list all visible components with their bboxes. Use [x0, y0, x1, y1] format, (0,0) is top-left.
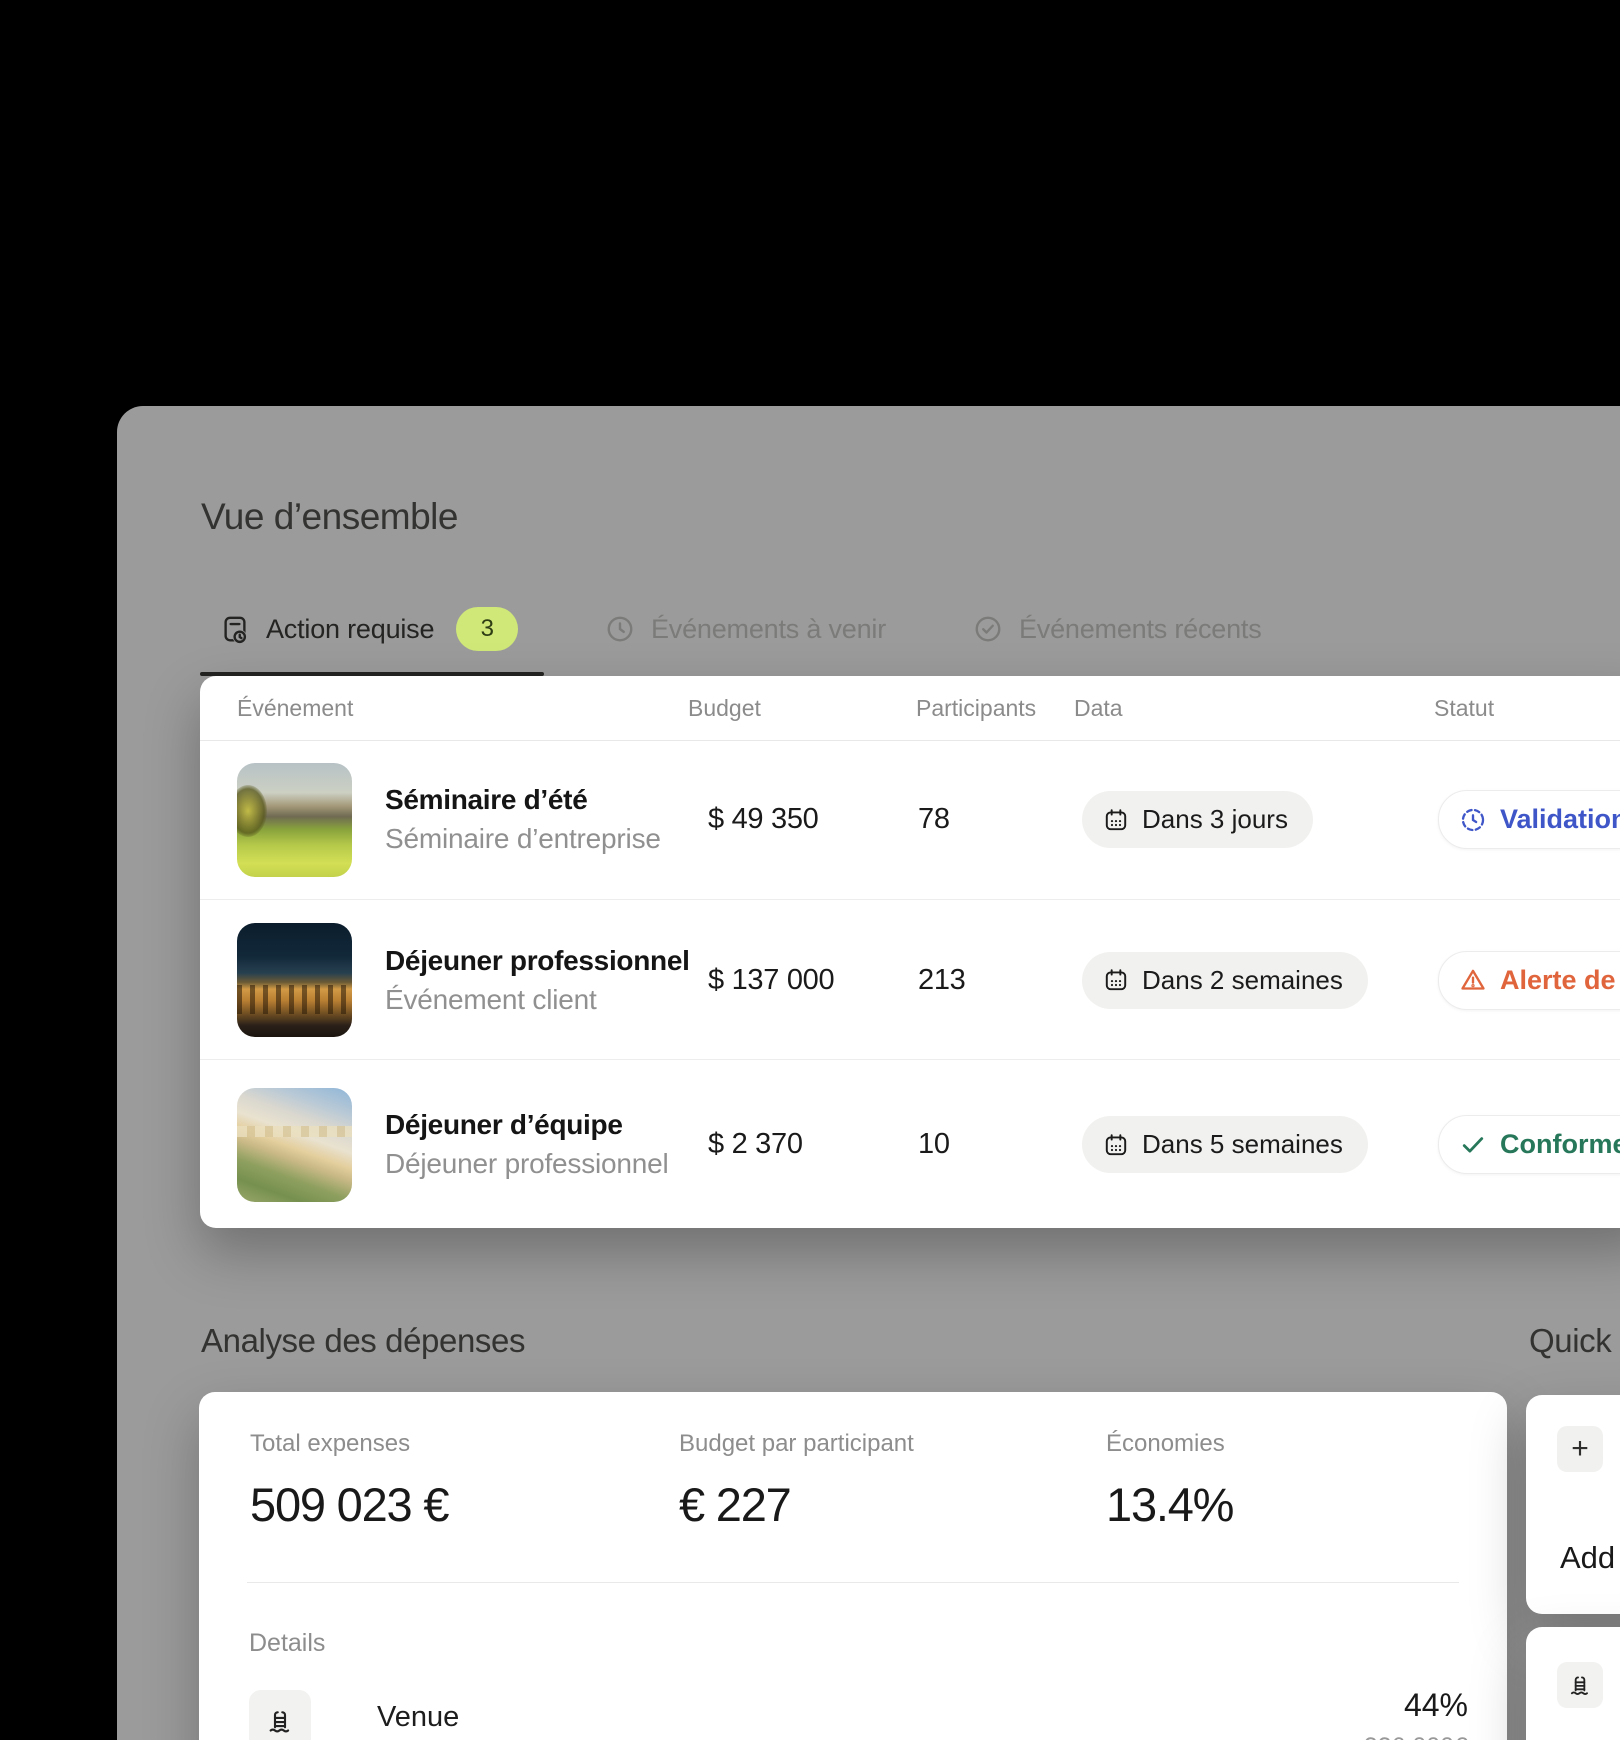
- calendar-icon: [1103, 807, 1129, 833]
- ladder-icon: [265, 1706, 295, 1736]
- event-thumbnail: [237, 763, 352, 877]
- column-header-participants: Participants: [916, 676, 1036, 740]
- event-title: Déjeuner d’équipe: [385, 1111, 669, 1139]
- quick-add-label: Add: [1560, 1540, 1615, 1576]
- event-thumbnail: [237, 923, 352, 1037]
- event-subtitle: Séminaire d’entreprise: [385, 825, 661, 853]
- budget-value: $ 49 350: [708, 803, 819, 836]
- tab-evenements-recents[interactable]: Événements récents: [973, 604, 1262, 654]
- table-row[interactable]: Séminaire d’été Séminaire d’entreprise $…: [200, 740, 1620, 899]
- status-pill[interactable]: Validation r: [1438, 790, 1620, 849]
- tab-label: Événements à venir: [651, 614, 886, 645]
- expenses-section-title: Analyse des dépenses: [201, 1322, 525, 1360]
- table-row[interactable]: Déjeuner professionnel Événement client …: [200, 899, 1620, 1060]
- details-label: Details: [249, 1629, 325, 1658]
- table-row[interactable]: Déjeuner d’équipe Déjeuner professionnel…: [200, 1059, 1620, 1229]
- date-chip: Dans 3 jours: [1082, 791, 1313, 848]
- action-required-table: Événement Budget Participants Data Statu…: [200, 676, 1620, 1228]
- plus-button[interactable]: +: [1557, 1426, 1603, 1472]
- tab-evenements-a-venir[interactable]: Événements à venir: [605, 604, 886, 654]
- stat-value: 13.4%: [1106, 1477, 1233, 1532]
- clock-pending-icon: [1459, 806, 1487, 834]
- check-circle-icon: [973, 614, 1003, 644]
- status-label: Validation r: [1500, 804, 1620, 835]
- stat-value: 509 023 €: [250, 1477, 448, 1532]
- active-tab-underline: [200, 672, 544, 676]
- screen: Vue d’ensemble Action requise 3 Événemen…: [0, 0, 1620, 1740]
- detail-label: Venue: [377, 1701, 459, 1734]
- quick-add-card[interactable]: + Add: [1526, 1395, 1620, 1614]
- stat-label: Budget par participant: [679, 1430, 914, 1458]
- detail-amount: 226 000€: [1364, 1733, 1468, 1740]
- stat-value: € 227: [679, 1477, 914, 1532]
- budget-value: $ 2 370: [708, 1128, 803, 1161]
- stat-budget-per-participant: Budget par participant € 227: [679, 1430, 914, 1532]
- task-clock-icon: [220, 614, 250, 644]
- tab-label: Événements récents: [1019, 614, 1262, 645]
- status-pill[interactable]: Alerte de c: [1438, 951, 1620, 1010]
- stat-total-expenses: Total expenses 509 023 €: [250, 1430, 448, 1532]
- status-label: Alerte de c: [1500, 965, 1620, 996]
- divider: [247, 1582, 1459, 1583]
- event-thumbnail: [237, 1088, 352, 1202]
- calendar-icon: [1103, 967, 1129, 993]
- warning-triangle-icon: [1459, 966, 1487, 994]
- event-title: Séminaire d’été: [385, 786, 661, 814]
- expense-analysis-card: Total expenses 509 023 € Budget par part…: [199, 1392, 1507, 1740]
- column-header-event: Événement: [237, 676, 353, 740]
- stat-label: Total expenses: [250, 1430, 448, 1458]
- column-header-status: Statut: [1434, 676, 1494, 740]
- stat-label: Économies: [1106, 1430, 1233, 1458]
- date-chip-label: Dans 2 semaines: [1142, 965, 1343, 996]
- date-chip: Dans 5 semaines: [1082, 1116, 1368, 1173]
- event-subtitle: Déjeuner professionnel: [385, 1150, 669, 1178]
- table-header: Événement Budget Participants Data Statu…: [200, 676, 1620, 741]
- column-header-data: Data: [1074, 676, 1123, 740]
- calendar-icon: [1103, 1132, 1129, 1158]
- status-pill[interactable]: Conforme: [1438, 1115, 1620, 1174]
- event-title: Déjeuner professionnel: [385, 947, 690, 975]
- detail-row-venue[interactable]: Venue 44% 226 000€: [249, 1687, 1468, 1740]
- date-chip-label: Dans 3 jours: [1142, 804, 1288, 835]
- venue-icon-box: [249, 1690, 311, 1740]
- clock-icon: [605, 614, 635, 644]
- stat-savings: Économies 13.4%: [1106, 1430, 1233, 1532]
- date-chip-label: Dans 5 semaines: [1142, 1129, 1343, 1160]
- participants-value: 78: [918, 803, 950, 836]
- tab-count-badge: 3: [456, 607, 518, 651]
- event-subtitle: Événement client: [385, 986, 690, 1014]
- status-label: Conforme: [1500, 1129, 1620, 1160]
- detail-percent: 44%: [1364, 1687, 1468, 1724]
- date-chip: Dans 2 semaines: [1082, 952, 1368, 1009]
- quick-venue-card[interactable]: [1526, 1627, 1620, 1740]
- check-icon: [1459, 1131, 1487, 1159]
- participants-value: 10: [918, 1128, 950, 1161]
- page-title: Vue d’ensemble: [201, 496, 458, 538]
- tab-label: Action requise: [266, 614, 434, 645]
- tab-action-requise[interactable]: Action requise 3: [220, 604, 518, 654]
- quick-section-title: Quick: [1529, 1322, 1611, 1360]
- column-header-budget: Budget: [688, 676, 761, 740]
- ladder-icon-box: [1557, 1662, 1603, 1708]
- ladder-icon: [1567, 1672, 1593, 1698]
- participants-value: 213: [918, 964, 966, 997]
- budget-value: $ 137 000: [708, 964, 834, 997]
